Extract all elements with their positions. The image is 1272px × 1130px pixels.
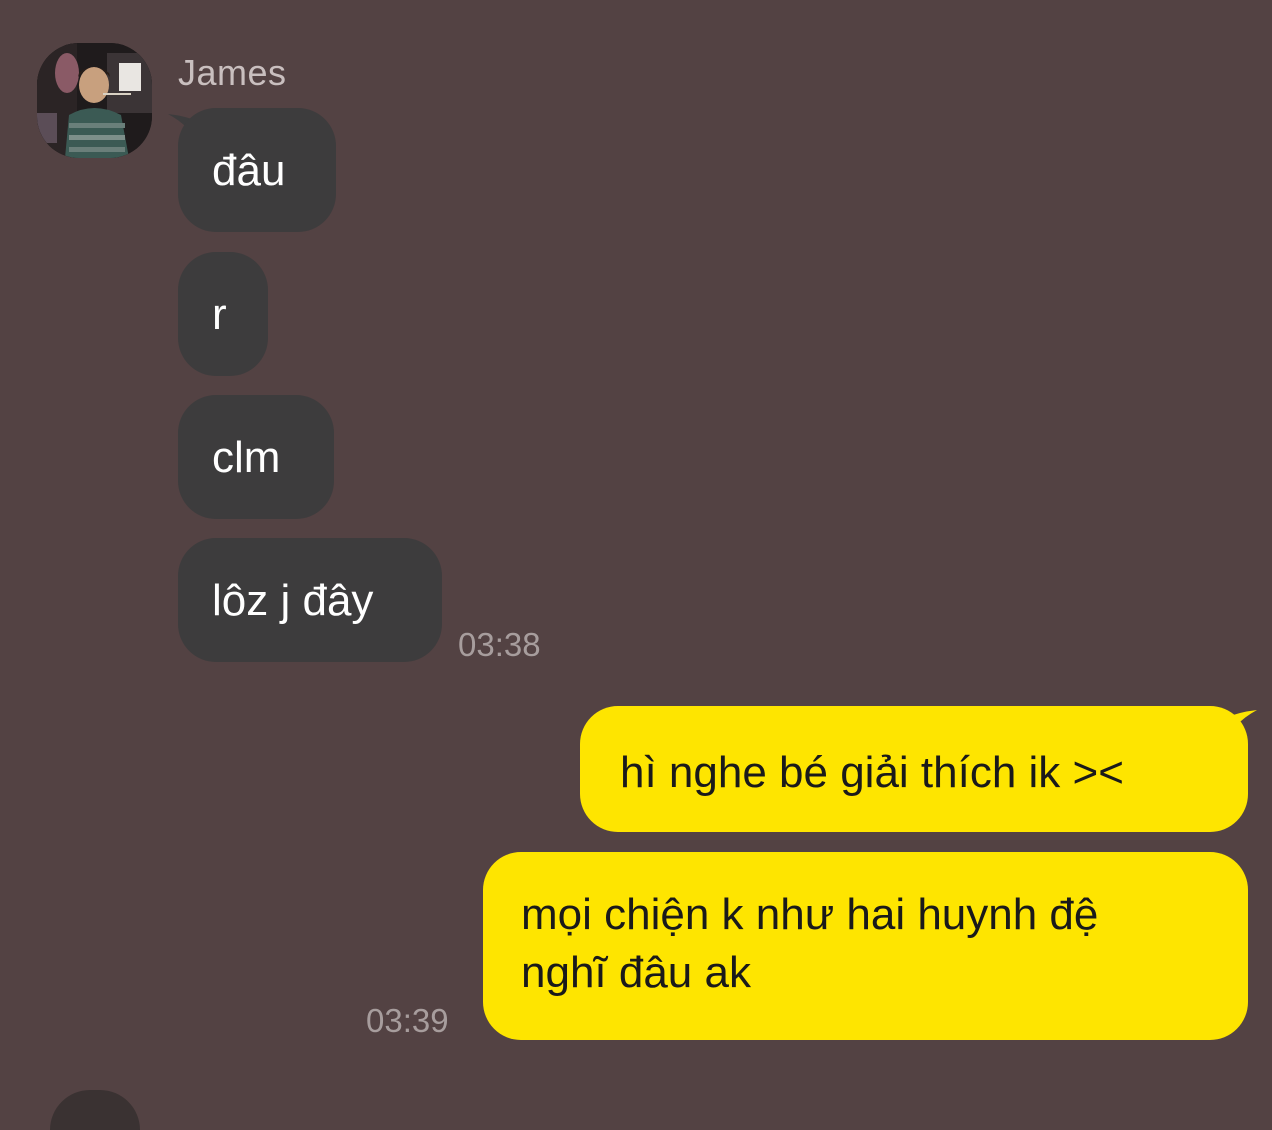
incoming-message[interactable]: r <box>178 252 268 376</box>
message-text: r <box>212 290 227 339</box>
incoming-message[interactable]: lôz j đây <box>178 538 442 662</box>
message-text: hì nghe bé giải thích ik >< <box>620 748 1124 797</box>
outgoing-message[interactable]: hì nghe bé giải thích ik >< <box>580 706 1248 832</box>
incoming-message[interactable]: đâu <box>178 108 336 232</box>
avatar[interactable] <box>37 43 152 158</box>
message-time: 03:38 <box>458 626 541 663</box>
message-text: đâu <box>212 146 286 195</box>
sender-name: James <box>178 52 287 93</box>
avatar[interactable] <box>50 1090 140 1130</box>
message-text: clm <box>212 433 281 482</box>
chat-view: James đâu r clm lôz j đây 03:38 hì nghe … <box>0 0 1272 1130</box>
message-text: lôz j đây <box>212 576 374 625</box>
outgoing-message[interactable]: mọi chiện k như hai huynh đệ nghĩ đâu ak <box>483 852 1248 1040</box>
message-text-line: mọi chiện k như hai huynh đệ <box>521 890 1099 939</box>
incoming-message[interactable]: clm <box>178 395 334 519</box>
message-time: 03:39 <box>366 1002 449 1039</box>
message-text-line: nghĩ đâu ak <box>521 948 751 997</box>
avatar-photo-icon <box>37 43 152 158</box>
